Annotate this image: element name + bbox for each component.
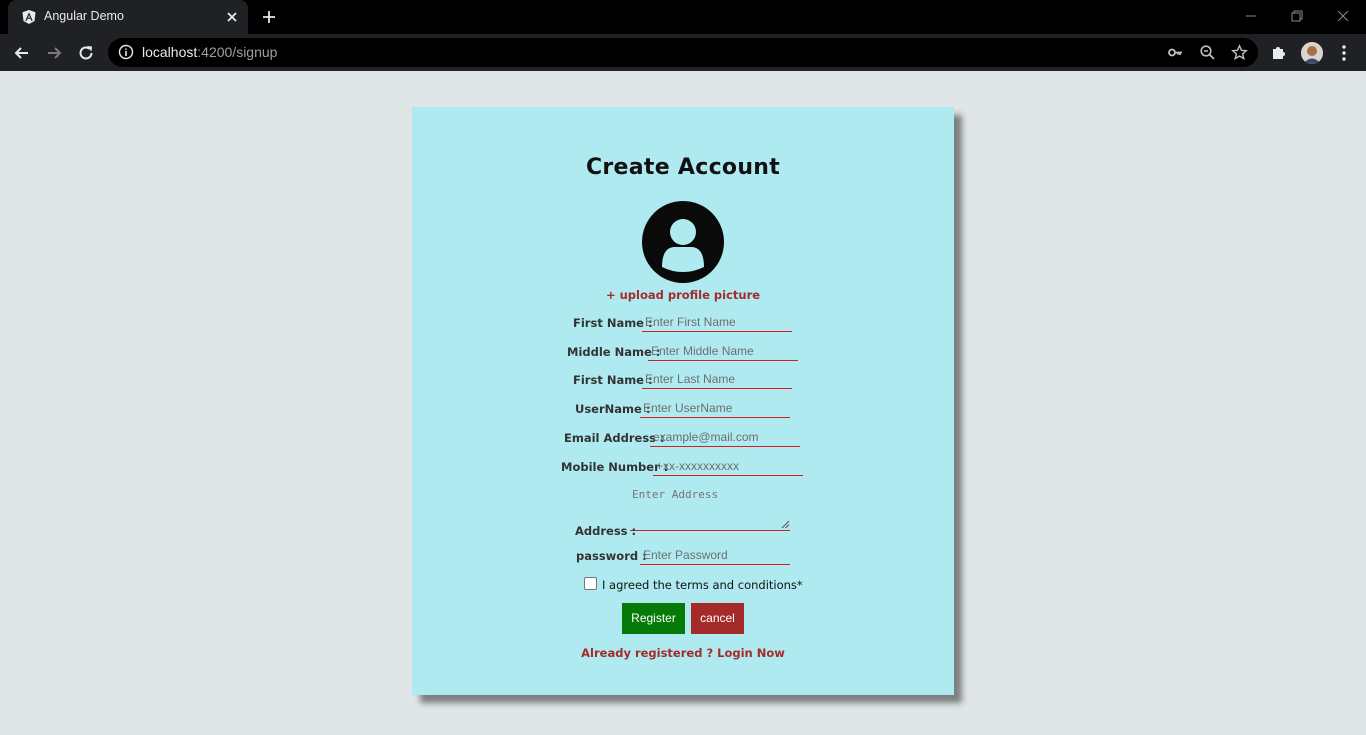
page-title: Create Account [585, 155, 781, 180]
avatar[interactable] [1301, 42, 1323, 64]
last-name-label: First Name : [573, 373, 653, 387]
upload-profile-picture-link[interactable]: + upload profile picture [0, 288, 1366, 302]
info-icon[interactable] [118, 44, 134, 60]
tab-title: Angular Demo [44, 9, 124, 23]
password-label: password : [576, 549, 647, 563]
reload-icon[interactable] [76, 43, 96, 63]
forward-arrow-icon[interactable] [44, 43, 64, 63]
resize-grip-icon[interactable] [781, 520, 790, 529]
middle-name-label: Middle Name : [567, 345, 661, 359]
username-input[interactable] [640, 399, 790, 418]
angular-favicon [22, 10, 36, 24]
login-now-link[interactable]: Already registered ? Login Now [0, 646, 1366, 660]
star-icon[interactable] [1231, 44, 1248, 61]
key-icon[interactable] [1167, 44, 1184, 61]
mobile-number-input[interactable] [653, 457, 803, 476]
first-name-label: First Name : [573, 316, 653, 330]
cancel-button[interactable]: cancel [691, 603, 744, 634]
middle-name-input[interactable] [648, 342, 798, 361]
zoom-icon[interactable] [1199, 44, 1216, 61]
browser-tab-bar: Angular Demo [0, 0, 1366, 34]
minimize-icon[interactable] [1243, 8, 1259, 24]
terms-checkbox[interactable] [584, 577, 597, 590]
back-arrow-icon[interactable] [12, 43, 32, 63]
window-close-icon[interactable] [1335, 8, 1351, 24]
last-name-input[interactable] [642, 370, 792, 389]
address-textarea[interactable] [630, 483, 790, 531]
avatar-image [1301, 42, 1323, 64]
first-name-input[interactable] [642, 313, 792, 332]
register-button[interactable]: Register [622, 603, 685, 634]
browser-tab[interactable]: Angular Demo [8, 0, 248, 34]
restore-icon[interactable] [1289, 8, 1305, 24]
browser-toolbar: localhost:4200/signup [0, 34, 1366, 71]
close-icon[interactable] [224, 9, 240, 25]
plus-icon[interactable] [261, 9, 277, 25]
url-text[interactable]: localhost:4200/signup [142, 44, 277, 60]
url-host: localhost [142, 44, 198, 60]
address-bar[interactable]: localhost:4200/signup [108, 38, 1258, 67]
kebab-menu-icon[interactable] [1336, 43, 1352, 63]
puzzle-icon[interactable] [1270, 43, 1288, 61]
password-input[interactable] [640, 546, 790, 565]
terms-label: I agreed the terms and conditions* [602, 578, 803, 592]
address-label: Address : [575, 524, 637, 538]
url-path: :4200/signup [197, 44, 278, 60]
profile-picture-icon [642, 201, 724, 283]
email-input[interactable] [650, 428, 800, 447]
